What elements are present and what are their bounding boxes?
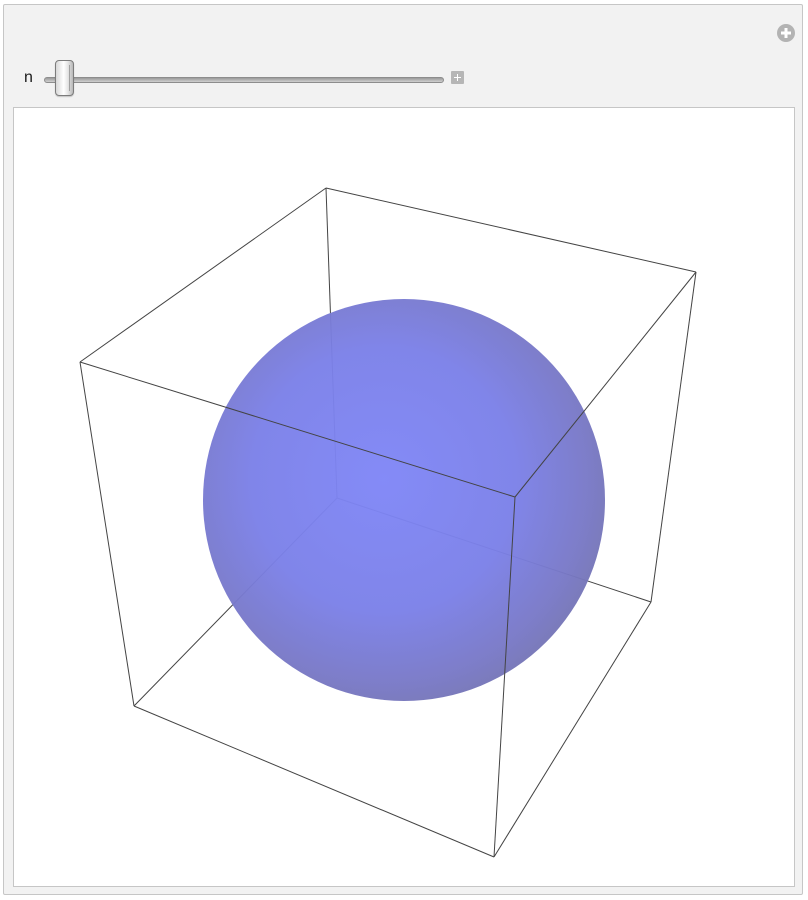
box-edge <box>133 705 495 858</box>
plot-area[interactable] <box>13 107 795 887</box>
box-edge <box>79 361 135 707</box>
box-edge <box>325 187 697 273</box>
plus-circle-icon <box>777 24 795 42</box>
manipulate-panel: n <box>3 4 803 895</box>
3d-graphics[interactable] <box>14 108 794 886</box>
slider-thumb[interactable] <box>55 60 75 96</box>
expand-controls-button[interactable] <box>451 71 464 84</box>
box-edge <box>650 271 697 603</box>
slider-variable-label: n <box>24 69 33 86</box>
slider-control-row: n <box>4 60 504 100</box>
slider-track[interactable] <box>44 77 444 83</box>
sphere <box>203 299 605 701</box>
options-button[interactable] <box>776 23 796 43</box>
